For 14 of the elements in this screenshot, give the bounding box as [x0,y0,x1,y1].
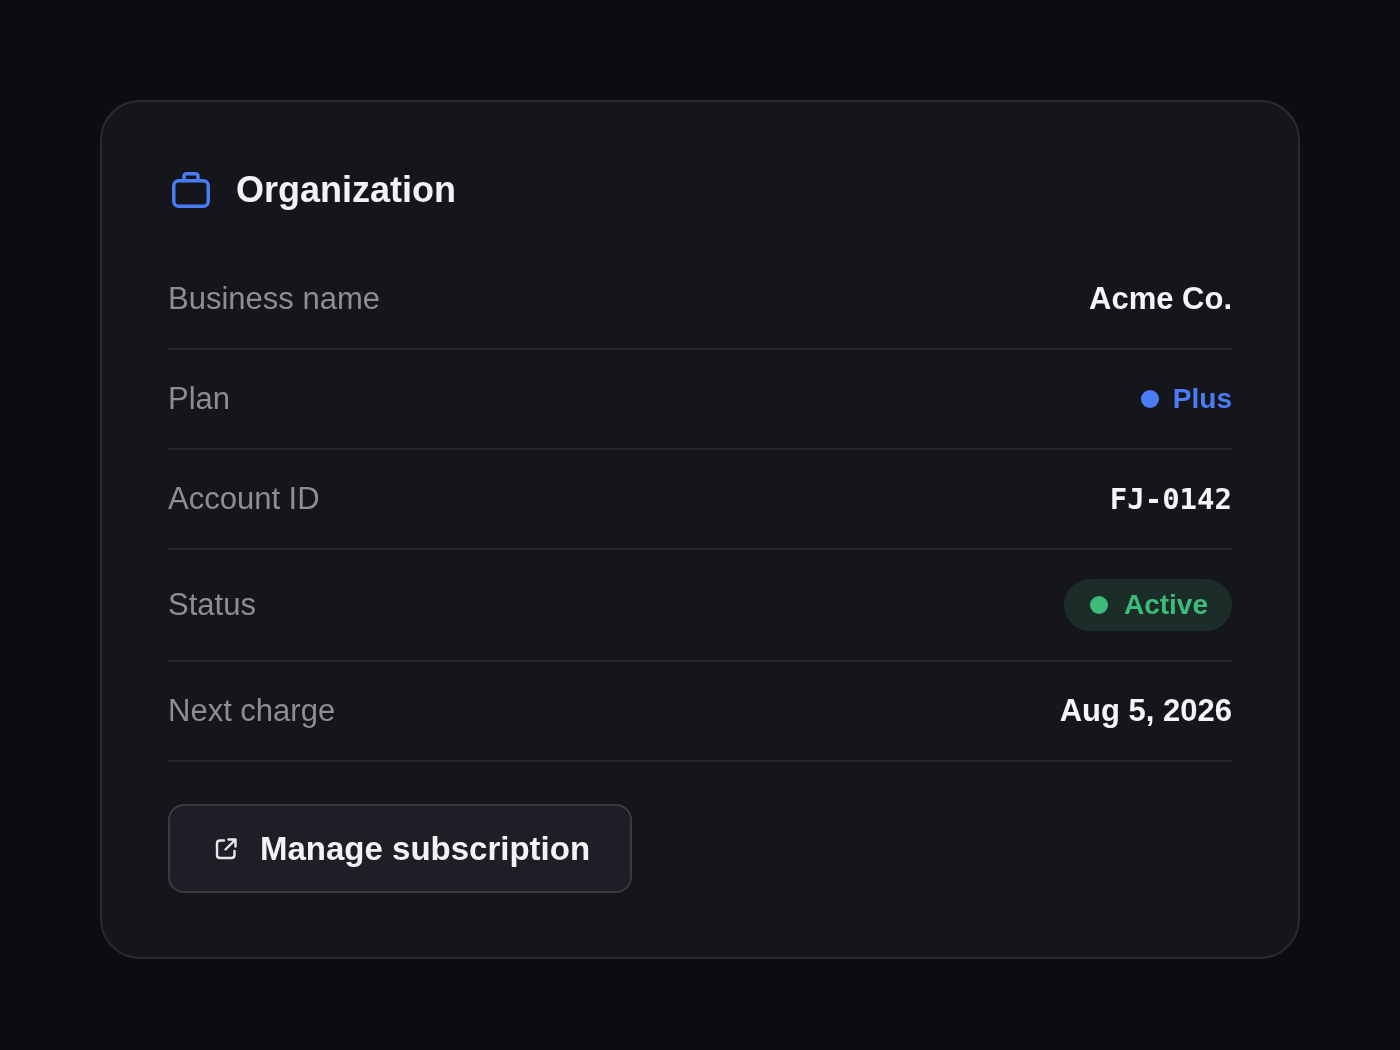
briefcase-icon [172,172,210,208]
field-label: Next charge [168,692,336,730]
field-value: Acme Co. [1089,280,1232,318]
external-link-icon [214,836,238,861]
plan-name: Plus [1172,382,1232,416]
field-value: FJ-0142 [1109,481,1232,518]
manage-subscription-button[interactable]: Manage subscription [168,804,633,893]
field-label: Plan [168,380,231,418]
field-label: Business name [168,280,380,318]
field-label: Status [168,586,256,624]
status-text: Active [1123,588,1208,622]
card-title: Organization [236,168,456,212]
field-value: Aug 5, 2026 [1059,692,1232,730]
field-label: Account ID [168,480,320,518]
